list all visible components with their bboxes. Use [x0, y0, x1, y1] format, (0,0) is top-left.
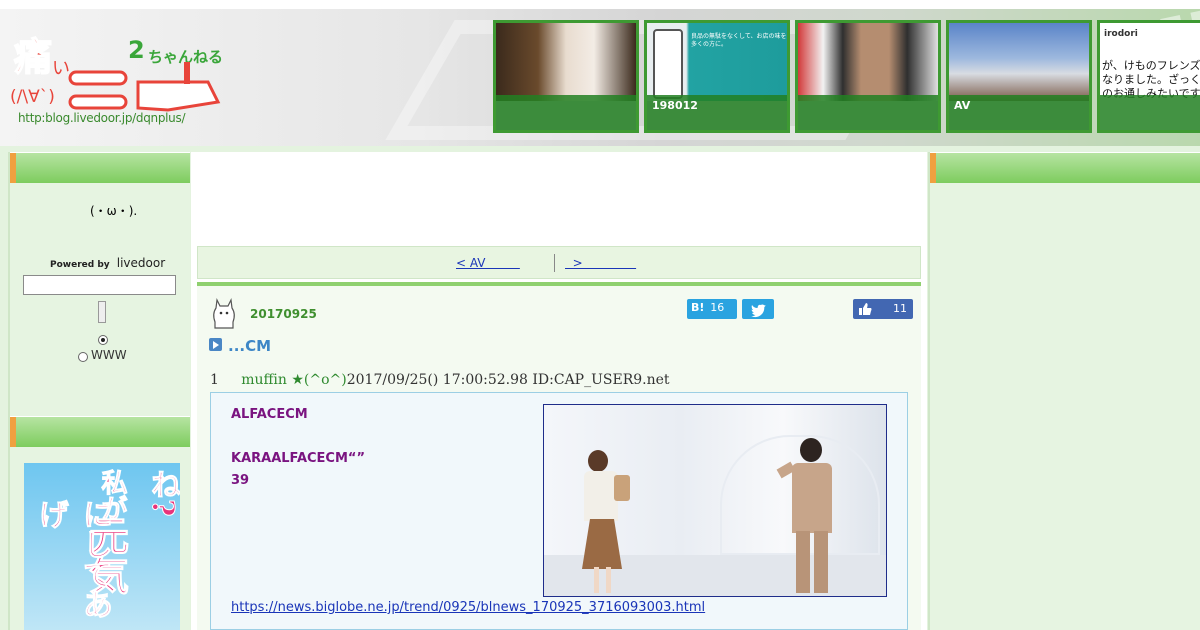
thumbnail-caption	[798, 95, 938, 130]
article: 20170925 B! 16 11 ...CM 1 muffin ★(^o^)2…	[197, 282, 921, 630]
facebook-like-button[interactable]: 11	[853, 299, 913, 319]
livedoor-logo: livedoor	[116, 256, 166, 270]
svg-text:(/\∀`): (/\∀`)	[10, 87, 55, 107]
sidebar-section-band	[10, 416, 190, 447]
powered-label: Powered by	[50, 260, 110, 270]
logo-url-text: http:blog.livedoor.jp/dqnplus/	[18, 111, 186, 125]
post-navigation: < AV >	[197, 246, 921, 279]
sidebar-face-text: (・ω・).	[90, 204, 138, 218]
search-radio-blog[interactable]	[98, 335, 108, 345]
prev-post-link[interactable]: < AV	[456, 256, 520, 270]
svg-text:2: 2	[128, 36, 145, 64]
tweet-button[interactable]	[742, 299, 774, 319]
thumbnail-4[interactable]: AV	[946, 20, 1092, 133]
svg-text:痛: 痛	[14, 35, 52, 79]
source-link[interactable]: https://news.biglobe.ne.jp/trend/0925/bl…	[231, 600, 705, 615]
twitter-bird-icon	[751, 304, 766, 318]
thumbnail-3[interactable]	[795, 20, 941, 133]
hatebu-label: B!	[691, 301, 705, 314]
post-title[interactable]: ...CM	[228, 337, 271, 355]
response-number: 1	[210, 372, 219, 388]
body-line: ALFACECM	[231, 407, 308, 422]
thumbnail-caption	[1100, 95, 1200, 130]
author-avatar-icon	[213, 297, 235, 329]
thumbnail-image: 良品の無駄をなくして、お店の味を多くの方に。	[647, 23, 787, 101]
response-author: muffin ★(^o^)	[241, 372, 347, 388]
main-content: < AV > 20170925 B! 16 11 ...CM 1 muffin …	[191, 152, 927, 630]
search-button[interactable]	[98, 301, 106, 323]
thumbnail-5[interactable]: irodori が、けものフレンズ なりました。ざっく のお通しみたいです	[1097, 20, 1200, 133]
sidebar-header-band	[10, 152, 190, 183]
right-sidebar	[928, 152, 1200, 630]
body-line: 39	[231, 473, 250, 488]
body-line: KARAALFACECM“”	[231, 451, 365, 466]
thumbnail-strip: 良品の無駄をなくして、お店の味を多くの方に。 198012 AV irodori…	[493, 20, 1200, 133]
thumbnail-caption	[496, 95, 636, 130]
thumbnail-caption: 198012	[647, 95, 787, 130]
response-body: ALFACECM KARAALFACECM“” 39 https://news.…	[210, 392, 908, 630]
post-date: 20170925	[250, 307, 317, 321]
thumbnail-2[interactable]: 良品の無駄をなくして、お店の味を多くの方に。 198012	[644, 20, 790, 133]
play-arrow-icon	[209, 338, 222, 351]
blog-header: 痛 い 2 ちゃんねる (/\∀`) http:blog.livedoor.jp…	[0, 0, 1200, 146]
sidebar-header-band	[930, 152, 1200, 183]
thumbs-up-icon	[859, 303, 872, 315]
nav-separator	[554, 254, 555, 272]
search-input[interactable]	[23, 275, 176, 295]
svg-text:い: い	[52, 58, 70, 79]
response-meta: 2017/09/25() 17:00:52.98 ID:CAP_USER9.ne…	[346, 372, 670, 388]
thumbnail-image	[496, 23, 636, 101]
side-banner-ad[interactable]: 元気ないね? 私が 元気 にしてあげ	[24, 463, 180, 630]
radio-www-label: WWW	[91, 348, 127, 362]
hatebu-count: 16	[710, 301, 725, 314]
next-post-link[interactable]: >	[565, 256, 636, 270]
search-radio-www[interactable]	[78, 352, 88, 362]
thumbnail-caption: AV	[949, 95, 1089, 130]
response-header: 1 muffin ★(^o^)2017/09/25() 17:00:52.98 …	[210, 372, 670, 388]
thumbnail-1[interactable]	[493, 20, 639, 133]
thumbnail-image	[949, 23, 1089, 101]
powered-by-livedoor[interactable]: Powered by livedoor	[50, 256, 165, 270]
left-sidebar: (・ω・). Powered by livedoor WWW 元気ないね? 私が…	[8, 152, 190, 630]
like-count: 11	[893, 302, 907, 315]
hatena-bookmark-button[interactable]: B! 16	[687, 299, 737, 319]
cm-still-image[interactable]	[543, 404, 887, 597]
thumbnail-image	[798, 23, 938, 101]
